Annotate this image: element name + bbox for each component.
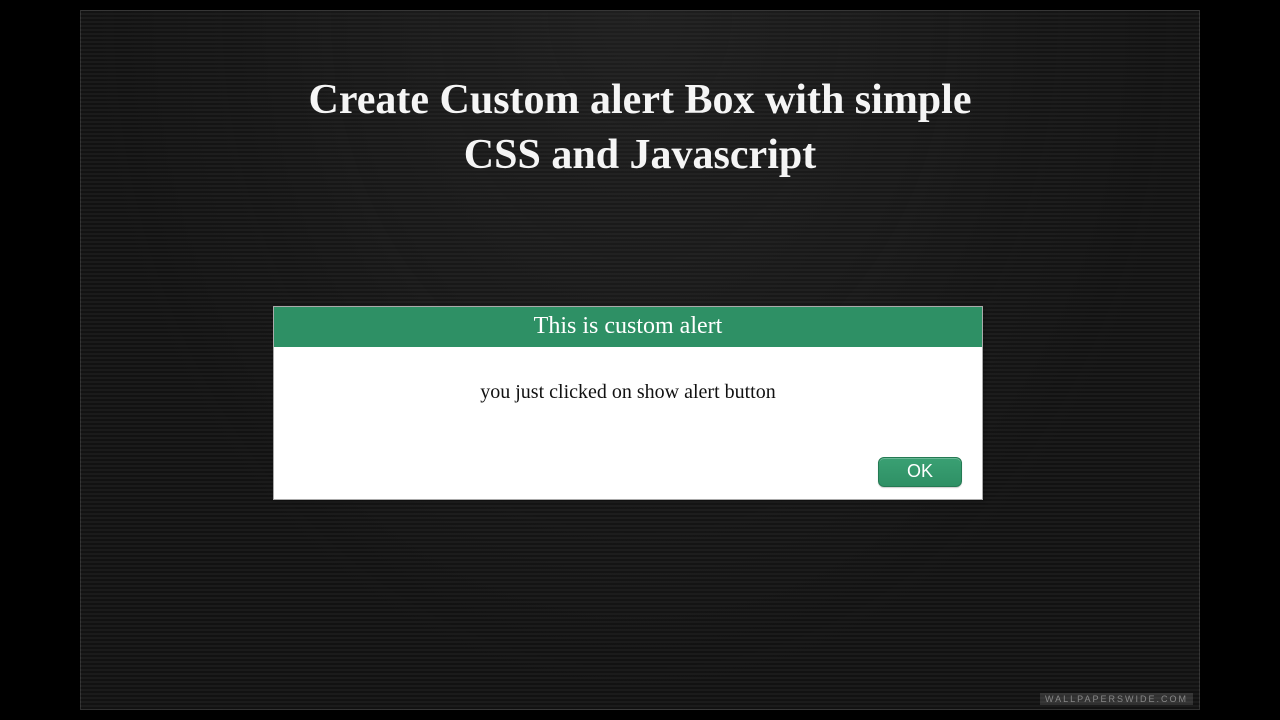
- alert-title-bar: This is custom alert: [274, 307, 982, 347]
- ok-button[interactable]: OK: [878, 457, 962, 487]
- alert-title: This is custom alert: [534, 313, 723, 339]
- watermark: WALLPAPERSWIDE.COM: [1040, 693, 1193, 705]
- title-line-2: CSS and Javascript: [464, 132, 816, 178]
- page-title: Create Custom alert Box with simple CSS …: [81, 73, 1199, 182]
- alert-footer: OK: [274, 437, 982, 499]
- content-panel: Create Custom alert Box with simple CSS …: [80, 10, 1200, 710]
- alert-body: you just clicked on show alert button: [274, 347, 982, 437]
- title-line-1: Create Custom alert Box with simple: [309, 77, 972, 123]
- alert-dialog: This is custom alert you just clicked on…: [273, 306, 983, 500]
- alert-message: you just clicked on show alert button: [480, 381, 776, 403]
